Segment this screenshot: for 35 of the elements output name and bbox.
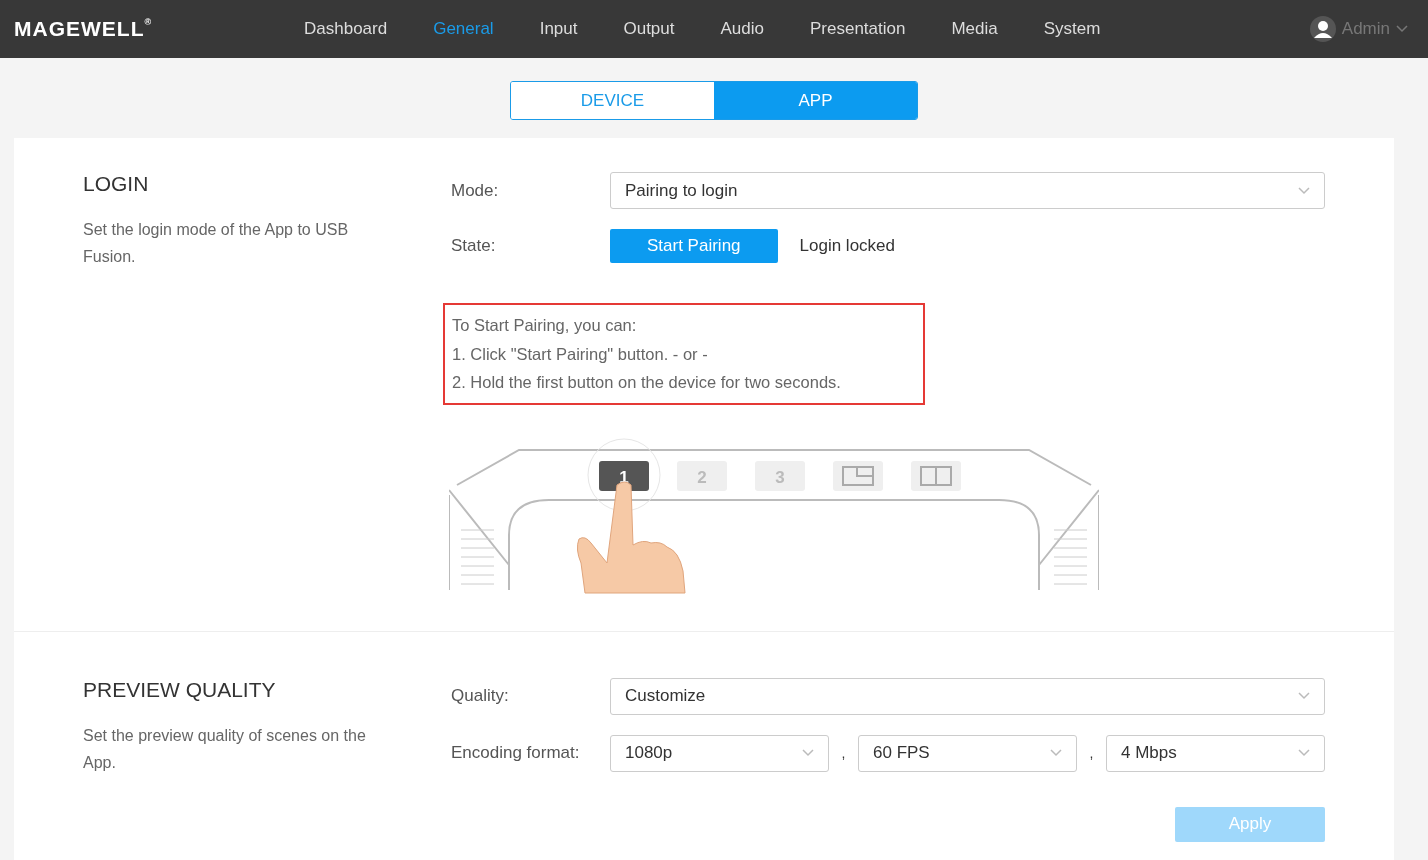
separator-text: ,	[840, 745, 847, 761]
instruction-text: 2. Hold the first button on the device for two seconds.	[452, 372, 842, 393]
nav-link[interactable]: System	[1043, 19, 1101, 39]
format-select[interactable]: 4 Mbps	[1106, 734, 1325, 772]
chevron-down-icon	[1298, 186, 1310, 195]
section-title: PREVIEW QUALITY	[83, 677, 277, 702]
nav-link[interactable]: Presentation	[810, 19, 906, 39]
quality-select[interactable]: Customize	[610, 677, 1325, 715]
nav-link[interactable]: Audio	[720, 19, 764, 39]
section-description: Set the preview quality of scenes on the App.	[83, 725, 367, 773]
field-label: Quality:	[451, 686, 510, 706]
nav-link[interactable]: General	[433, 19, 494, 39]
format-select[interactable]: 1080p	[610, 734, 829, 772]
field-label: State:	[451, 236, 497, 256]
state-value: Login locked	[799, 236, 895, 256]
nav-link[interactable]: Input	[539, 19, 578, 39]
section-title: LOGIN	[83, 172, 150, 196]
user-avatar-icon	[1309, 16, 1336, 42]
logo: MAGEWELL®	[14, 17, 154, 41]
nav-link[interactable]: Output	[623, 19, 675, 39]
format-select[interactable]: 60 FPS	[858, 734, 1077, 772]
field-label: Mode:	[451, 180, 500, 201]
chevron-down-icon	[1298, 692, 1310, 700]
instruction-text: To Start Pairing, you can:	[452, 315, 638, 336]
separator-text: ,	[1088, 745, 1095, 761]
mode-select[interactable]: Pairing to login	[610, 172, 1325, 209]
field-label: Encoding format:	[451, 743, 581, 763]
nav-link[interactable]: Media	[951, 19, 998, 39]
chevron-down-icon	[1298, 749, 1310, 757]
chevron-down-icon[interactable]	[1396, 25, 1408, 33]
instruction-text: 1. Click "Start Pairing" button. - or -	[452, 343, 709, 365]
section-description: Set the login mode of the App to USB Fusion.	[83, 220, 350, 267]
chevron-down-icon	[1050, 749, 1062, 757]
chevron-down-icon	[802, 749, 814, 757]
nav-link[interactable]: Dashboard	[304, 19, 388, 39]
